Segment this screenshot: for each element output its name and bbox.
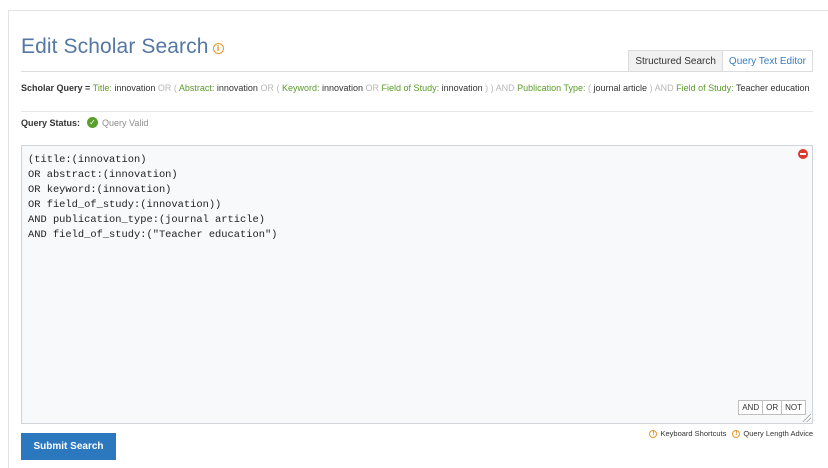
resize-handle-icon[interactable] bbox=[803, 414, 811, 422]
operator-buttons: AND OR NOT bbox=[738, 400, 806, 415]
query-status: Query Status: ✓ Query Valid bbox=[21, 117, 148, 128]
operator-or-button[interactable]: OR bbox=[762, 400, 783, 415]
query-operator: OR bbox=[365, 83, 382, 93]
query-operator: ) ) AND bbox=[485, 83, 518, 93]
query-field-name: Field of Study: bbox=[676, 83, 734, 93]
keyboard-shortcuts-link[interactable]: ! Keyboard Shortcuts bbox=[649, 429, 726, 438]
info-icon: ! bbox=[732, 429, 741, 438]
query-value: innovation bbox=[439, 83, 486, 93]
query-field-name: Abstract: bbox=[178, 83, 215, 93]
query-text-editor[interactable]: (title:(innovation) OR abstract:(innovati… bbox=[21, 145, 813, 424]
operator-and-button[interactable]: AND bbox=[738, 400, 764, 415]
editor-help-links: ! Keyboard Shortcuts ! Query Length Advice bbox=[643, 429, 813, 438]
query-value: innovation bbox=[111, 83, 158, 93]
query-text-line[interactable]: (title:(innovation) bbox=[28, 153, 277, 168]
query-field-name: Publication Type: bbox=[517, 83, 586, 93]
scholar-query-label: Scholar Query bbox=[21, 83, 83, 93]
query-value: innovation bbox=[214, 83, 261, 93]
scholar-query-summary: Scholar Query = Title: innovation OR ( A… bbox=[21, 82, 813, 94]
query-value: Teacher education bbox=[733, 83, 810, 93]
clear-query-icon[interactable] bbox=[798, 149, 808, 159]
query-value: innovation bbox=[319, 83, 366, 93]
query-text-line[interactable]: AND field_of_study:("Teacher education") bbox=[28, 228, 277, 243]
tab-query-text-editor[interactable]: Query Text Editor bbox=[721, 50, 813, 72]
scholar-query-equals: = bbox=[85, 83, 91, 93]
page-title-text: Edit Scholar Search bbox=[21, 35, 209, 58]
summary-divider bbox=[21, 111, 813, 112]
query-text-line[interactable]: AND publication_type:(journal article) bbox=[28, 213, 277, 228]
operator-not-button[interactable]: NOT bbox=[781, 400, 806, 415]
query-operator: OR ( bbox=[260, 83, 282, 93]
info-icon[interactable]: i bbox=[212, 43, 224, 54]
query-text-line[interactable]: OR abstract:(innovation) bbox=[28, 168, 277, 183]
keyboard-shortcuts-label: Keyboard Shortcuts bbox=[660, 429, 727, 438]
scholar-query-expression: Title: innovation OR ( Abstract: innovat… bbox=[93, 83, 810, 93]
editor-mode-tabs: Structured Search Query Text Editor bbox=[628, 50, 813, 72]
query-value: journal article bbox=[593, 83, 650, 93]
submit-search-button[interactable]: Submit Search bbox=[21, 433, 116, 460]
info-icon: ! bbox=[649, 429, 658, 438]
query-status-label: Query Status: bbox=[21, 117, 81, 128]
query-length-advice-label: Query Length Advice bbox=[743, 429, 813, 438]
tabs-divider bbox=[21, 71, 813, 72]
query-text-line[interactable]: OR keyword:(innovation) bbox=[28, 183, 277, 198]
query-operator: OR ( bbox=[157, 83, 179, 93]
page-title: Edit Scholar Search i bbox=[21, 35, 224, 59]
query-field-name: Title: bbox=[92, 83, 112, 93]
query-status-value: Query Valid bbox=[102, 117, 149, 128]
query-text-line[interactable]: OR field_of_study:(innovation)) bbox=[28, 198, 277, 213]
query-field-name: Keyword: bbox=[281, 83, 320, 93]
check-circle-icon: ✓ bbox=[87, 117, 99, 128]
query-text[interactable]: (title:(innovation) OR abstract:(innovati… bbox=[28, 153, 277, 243]
query-length-advice-link[interactable]: ! Query Length Advice bbox=[732, 429, 813, 438]
tab-structured-search[interactable]: Structured Search bbox=[628, 50, 722, 72]
query-operator: ( bbox=[585, 83, 594, 93]
query-operator: ) AND bbox=[649, 83, 677, 93]
query-field-name: Field of Study: bbox=[381, 83, 440, 93]
